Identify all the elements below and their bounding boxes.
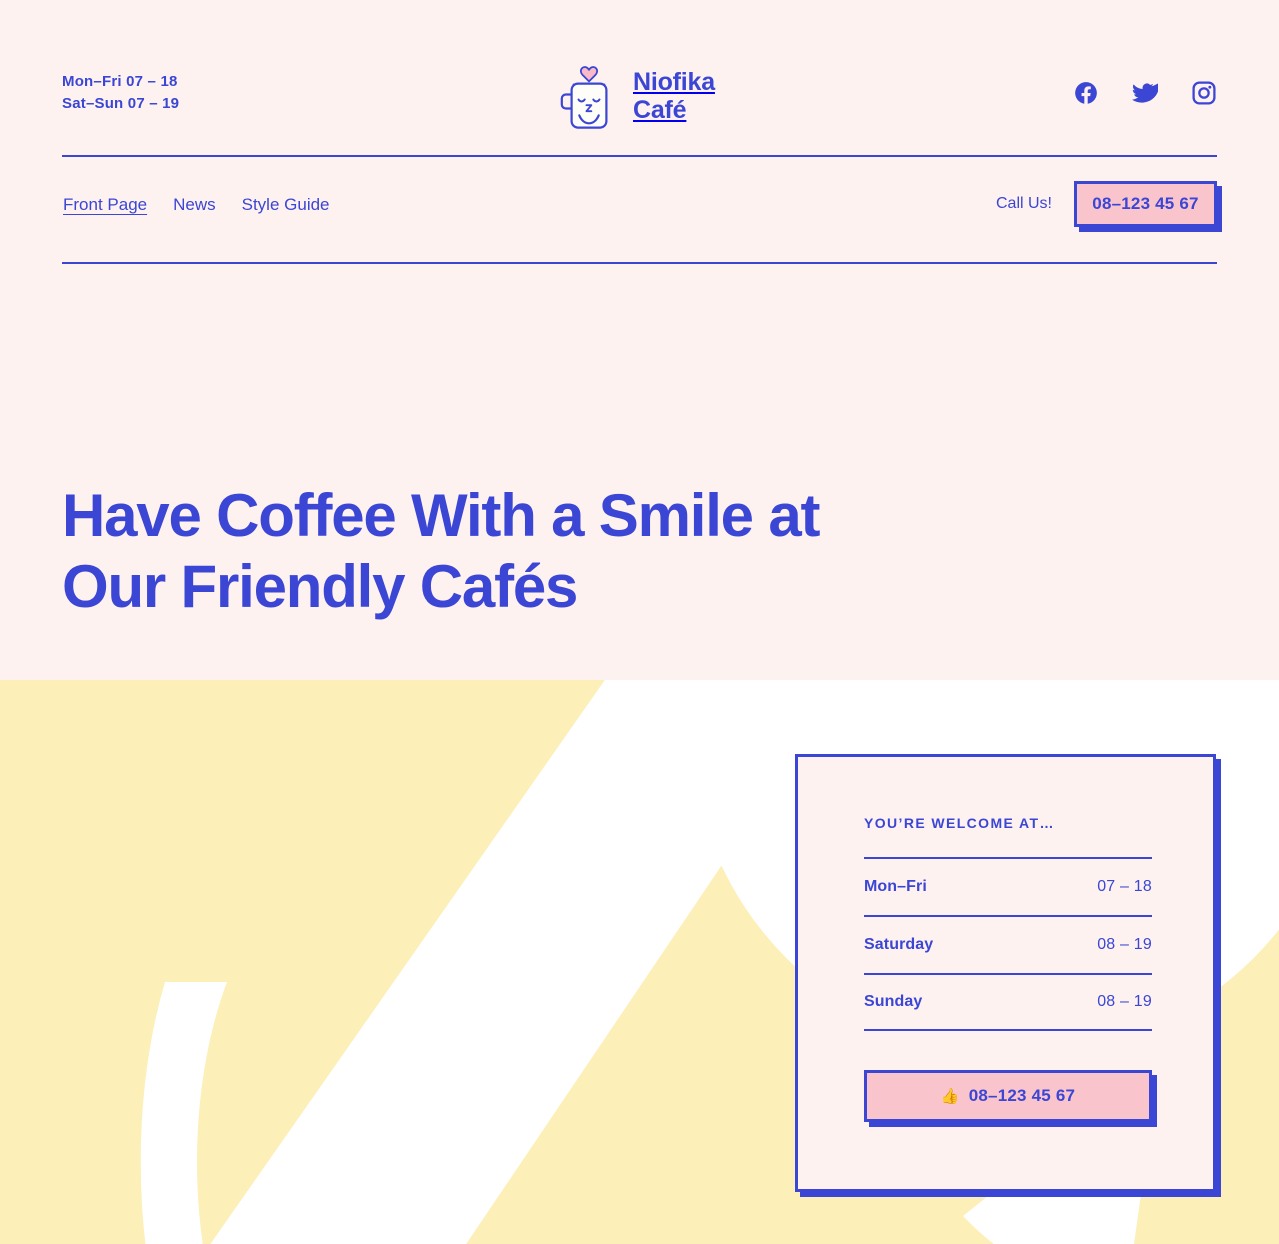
table-row: Saturday 08 – 19: [864, 915, 1152, 973]
table-row: Mon–Fri 07 – 18: [864, 857, 1152, 915]
coffee-mug-smiling-face-with-heart-icon: [558, 60, 620, 132]
thumbs-up-emoji-icon: 👍: [940, 1087, 960, 1105]
call-us-label: Call Us!: [995, 195, 1052, 212]
facebook-icon[interactable]: Facebook: [1073, 80, 1099, 106]
nav-item-front-page[interactable]: Front Page: [62, 193, 148, 217]
main-navigation: Front Page News Style Guide: [62, 193, 331, 217]
hours-day-label: Sunday: [864, 993, 923, 1010]
table-row: Sunday 08 – 19: [864, 973, 1152, 1031]
brand-name-line-1: Niofika: [633, 68, 715, 96]
header-phone-button[interactable]: 08–123 45 67: [1074, 181, 1217, 227]
page-root: Mon–Fri 07 – 18 Sat–Sun 07 – 19 Niofika …: [0, 0, 1279, 1244]
card-phone-number: 08–123 45 67: [968, 1086, 1076, 1105]
opening-hours-weekday: Mon–Fri 07 – 18: [62, 73, 178, 90]
header-call-group: Call Us! 08–123 45 67: [996, 181, 1217, 227]
page-title: Have Coffee With a Smile at Our Friendly…: [62, 482, 820, 620]
twitter-icon[interactable]: Twitter: [1132, 80, 1162, 106]
hours-day-label: Mon–Fri: [864, 878, 927, 895]
header-divider-bottom: [62, 262, 1217, 264]
instagram-icon[interactable]: Instagram: [1191, 80, 1217, 106]
social-links: Facebook Twitter Instagram: [1073, 80, 1217, 106]
brand-name-line-2: Café: [633, 96, 687, 124]
card-phone-button[interactable]: 👍 08–123 45 67: [864, 1070, 1152, 1122]
card-eyebrow: YOU’RE WELCOME AT…: [864, 815, 1055, 831]
header-opening-hours: Mon–Fri 07 – 18 Sat–Sun 07 – 19: [62, 71, 179, 115]
header-divider-top: [62, 155, 1217, 157]
hours-time-value: 07 – 18: [1097, 878, 1152, 895]
hours-time-value: 08 – 19: [1097, 936, 1152, 953]
hours-day-label: Saturday: [864, 936, 934, 953]
nav-item-news[interactable]: News: [172, 193, 217, 217]
nav-item-style-guide[interactable]: Style Guide: [241, 193, 331, 217]
brand-logo-link[interactable]: Niofika Café: [558, 60, 715, 132]
opening-hours-table: Mon–Fri 07 – 18 Saturday 08 – 19 Sunday …: [864, 857, 1152, 1031]
site-header: Mon–Fri 07 – 18 Sat–Sun 07 – 19 Niofika …: [0, 0, 1279, 264]
hours-time-value: 08 – 19: [1097, 993, 1152, 1010]
opening-hours-weekend: Sat–Sun 07 – 19: [62, 94, 180, 112]
opening-hours-card: YOU’RE WELCOME AT… Mon–Fri 07 – 18 Satur…: [795, 754, 1216, 1192]
brand-wordmark: Niofika Café: [633, 68, 715, 124]
